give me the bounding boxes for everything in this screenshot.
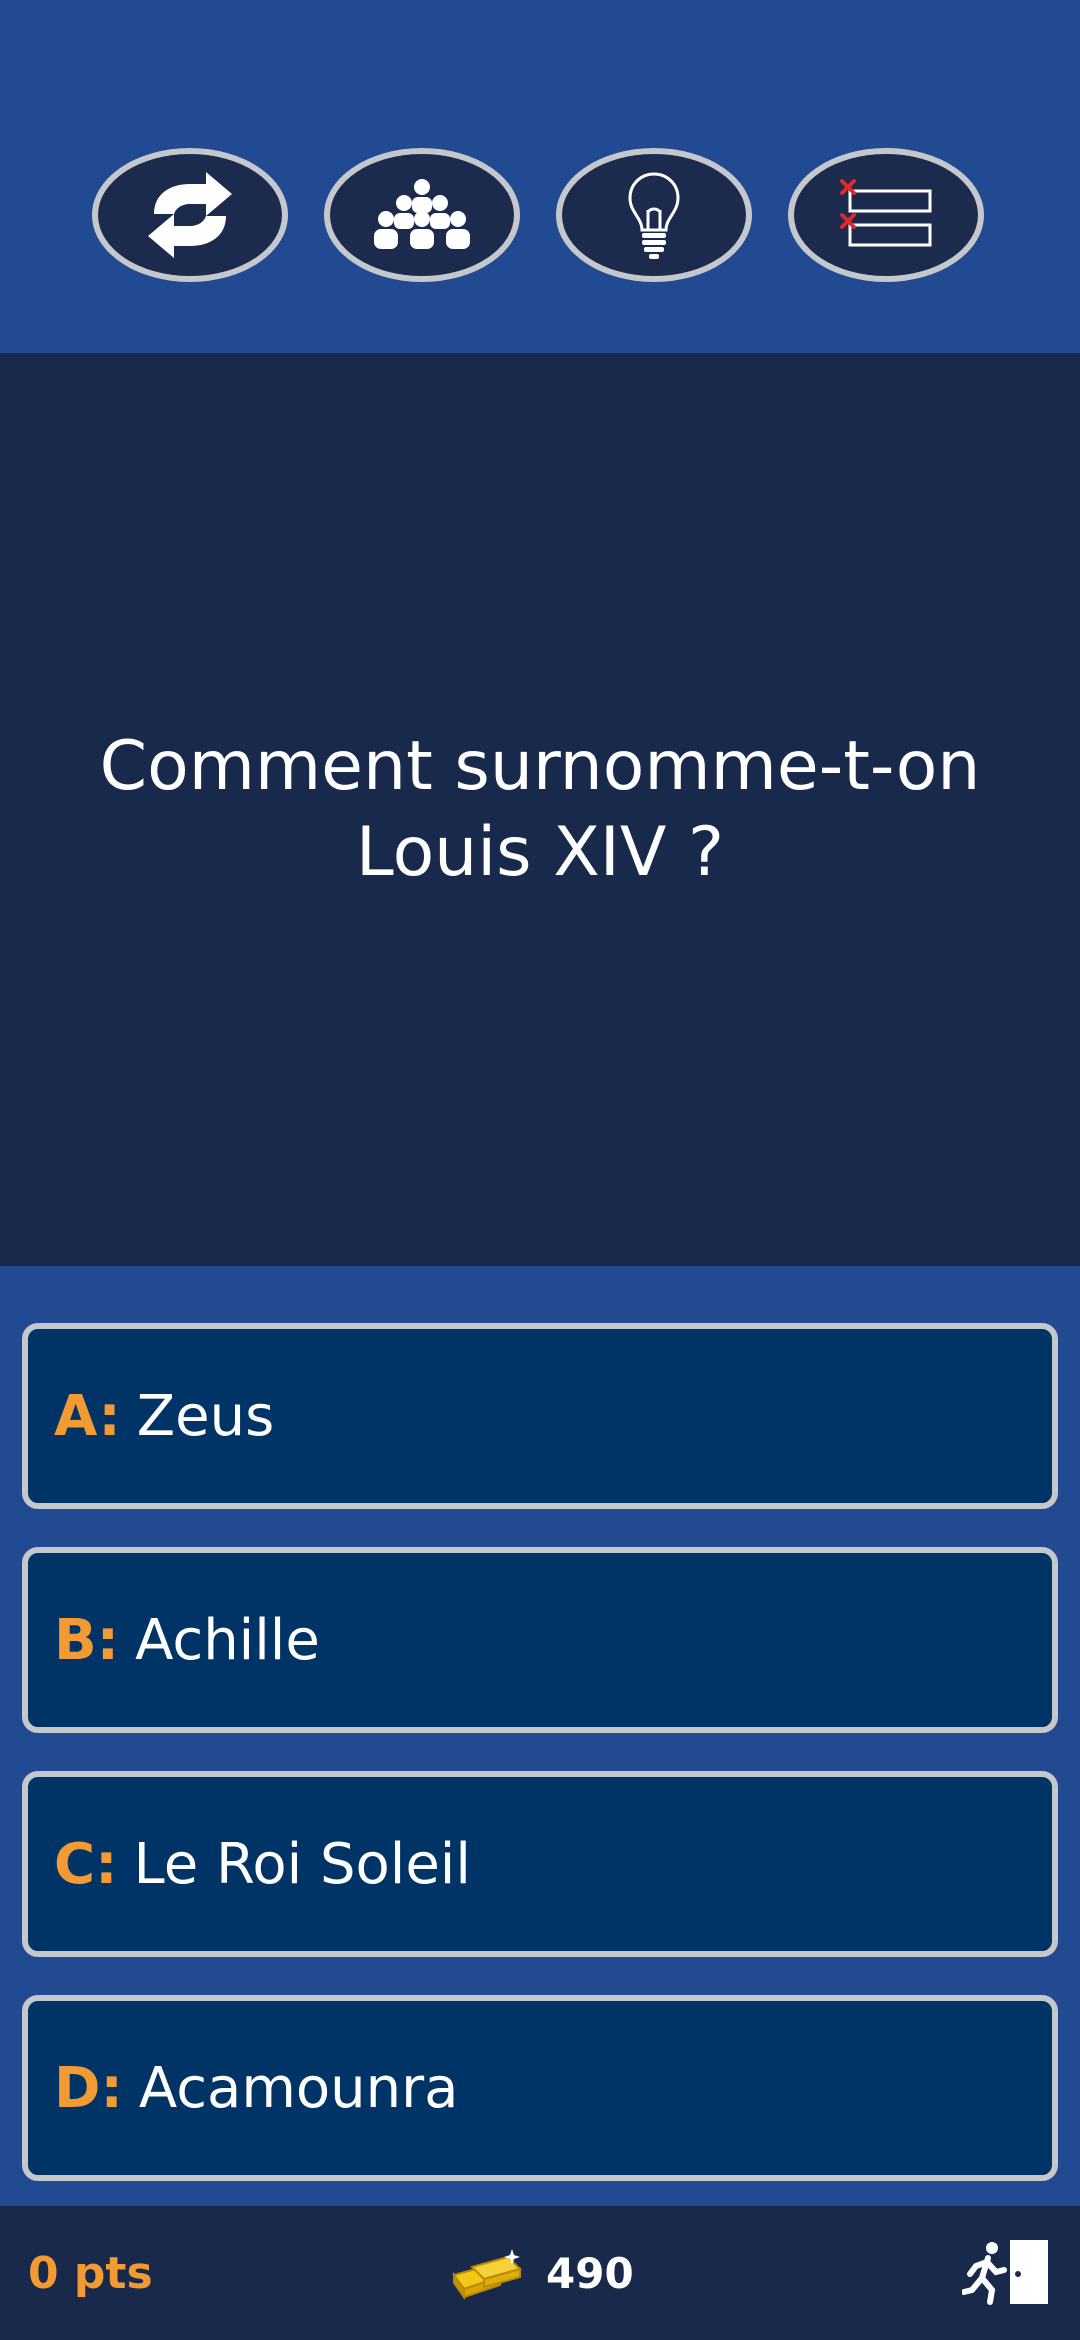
question-text: Comment surnomme-t-on Louis XIV ? bbox=[99, 726, 981, 892]
answers-list: A: Zeus B: Achille C: Le Roi Soleil D: A… bbox=[0, 1266, 1080, 2206]
answer-text: Le Roi Soleil bbox=[133, 1831, 471, 1897]
coins-counter: 490 bbox=[450, 2206, 634, 2340]
points-counter: 0 pts bbox=[28, 2247, 153, 2299]
fifty-fifty-button[interactable] bbox=[788, 148, 984, 282]
answer-letter: D: bbox=[54, 2055, 123, 2121]
lifelines-bar bbox=[0, 0, 1080, 353]
footer-bar: 0 pts 490 bbox=[0, 2206, 1080, 2340]
exit-door-icon bbox=[961, 2240, 1048, 2305]
switch-question-button[interactable] bbox=[92, 148, 288, 282]
answer-text: Achille bbox=[135, 1607, 320, 1673]
answer-letter: B: bbox=[54, 1607, 120, 1673]
audience-icon bbox=[374, 179, 470, 249]
remove-answers-icon bbox=[840, 179, 932, 247]
coins-value: 490 bbox=[546, 2248, 634, 2298]
answer-a-button[interactable]: A: Zeus bbox=[22, 1323, 1058, 1509]
answer-b-button[interactable]: B: Achille bbox=[22, 1547, 1058, 1733]
answer-text: Acamounra bbox=[138, 2055, 459, 2121]
lightbulb-icon bbox=[628, 172, 680, 259]
answer-letter: C: bbox=[54, 1831, 118, 1897]
answer-d-button[interactable]: D: Acamounra bbox=[22, 1995, 1058, 2181]
answer-c-button[interactable]: C: Le Roi Soleil bbox=[22, 1771, 1058, 1957]
refresh-icon bbox=[148, 172, 232, 258]
gold-bars-icon bbox=[452, 2249, 522, 2301]
exit-button[interactable] bbox=[961, 2236, 1052, 2310]
hint-button[interactable] bbox=[556, 148, 752, 282]
answer-letter: A: bbox=[54, 1383, 121, 1449]
ask-audience-button[interactable] bbox=[324, 148, 520, 282]
answer-text: Zeus bbox=[136, 1383, 275, 1449]
question-panel: Comment surnomme-t-on Louis XIV ? bbox=[0, 353, 1080, 1266]
